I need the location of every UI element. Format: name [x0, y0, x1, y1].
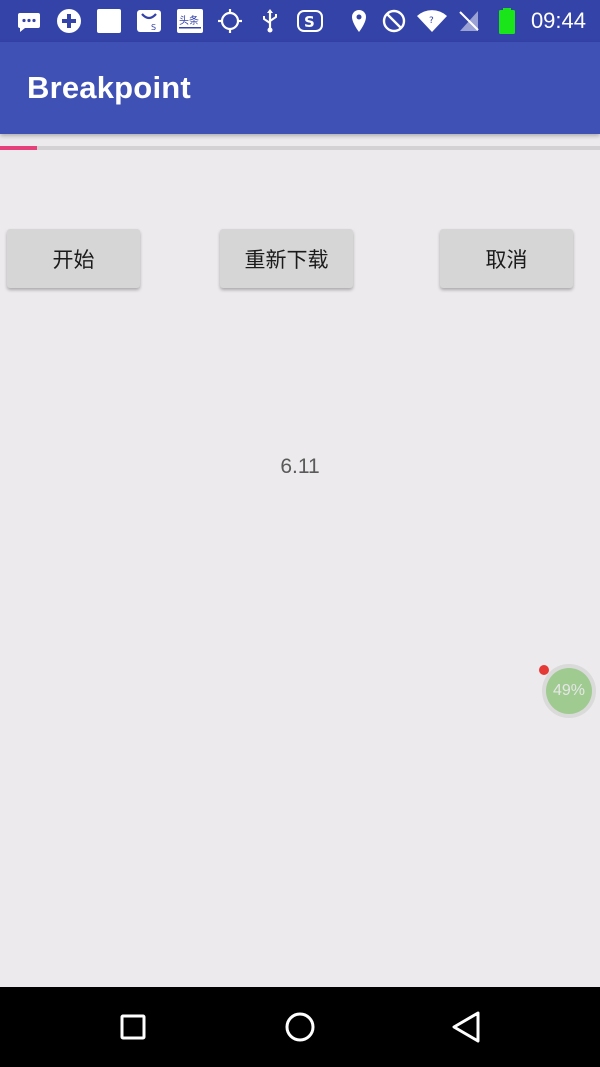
- do-not-disturb-icon: [382, 9, 406, 33]
- cancel-button[interactable]: 取消: [440, 229, 573, 288]
- status-time: 09:44: [530, 8, 586, 33]
- floating-widget-percent: 49%: [546, 668, 592, 714]
- app-bar: Breakpoint: [0, 42, 600, 134]
- battery-icon: [499, 8, 515, 34]
- redownload-button[interactable]: 重新下载: [220, 229, 353, 288]
- floating-memory-widget[interactable]: 49%: [542, 664, 596, 718]
- plus-circle-icon: [57, 9, 81, 33]
- wifi-icon: ?: [417, 10, 447, 33]
- s-app-icon: S: [297, 10, 323, 32]
- shopping-bag-icon: S: [137, 10, 161, 32]
- toutiao-news-icon: 头条: [177, 9, 203, 33]
- square-app-icon: [97, 9, 121, 33]
- no-sim-icon: [459, 11, 479, 31]
- gps-target-icon: [218, 9, 242, 33]
- svg-text:头条: 头条: [179, 14, 199, 27]
- svg-text:S: S: [304, 13, 315, 31]
- start-button[interactable]: 开始: [7, 229, 140, 288]
- message-icon: [18, 13, 40, 32]
- svg-text:S: S: [151, 23, 156, 32]
- recent-apps-icon[interactable]: [115, 1009, 151, 1045]
- home-icon[interactable]: [282, 1009, 318, 1045]
- location-icon: [352, 10, 366, 32]
- notification-dot: [539, 665, 549, 675]
- back-icon[interactable]: [448, 1009, 484, 1045]
- svg-text:?: ?: [429, 16, 434, 26]
- navigation-bar: [0, 987, 600, 1067]
- download-progress-bar: [0, 146, 600, 150]
- download-progress-fill: [0, 146, 37, 150]
- progress-value-text: 6.11: [280, 455, 320, 478]
- usb-icon: [263, 9, 277, 33]
- app-title: Breakpoint: [27, 70, 191, 105]
- status-bar: S 头条 S ? 09:44: [0, 0, 600, 42]
